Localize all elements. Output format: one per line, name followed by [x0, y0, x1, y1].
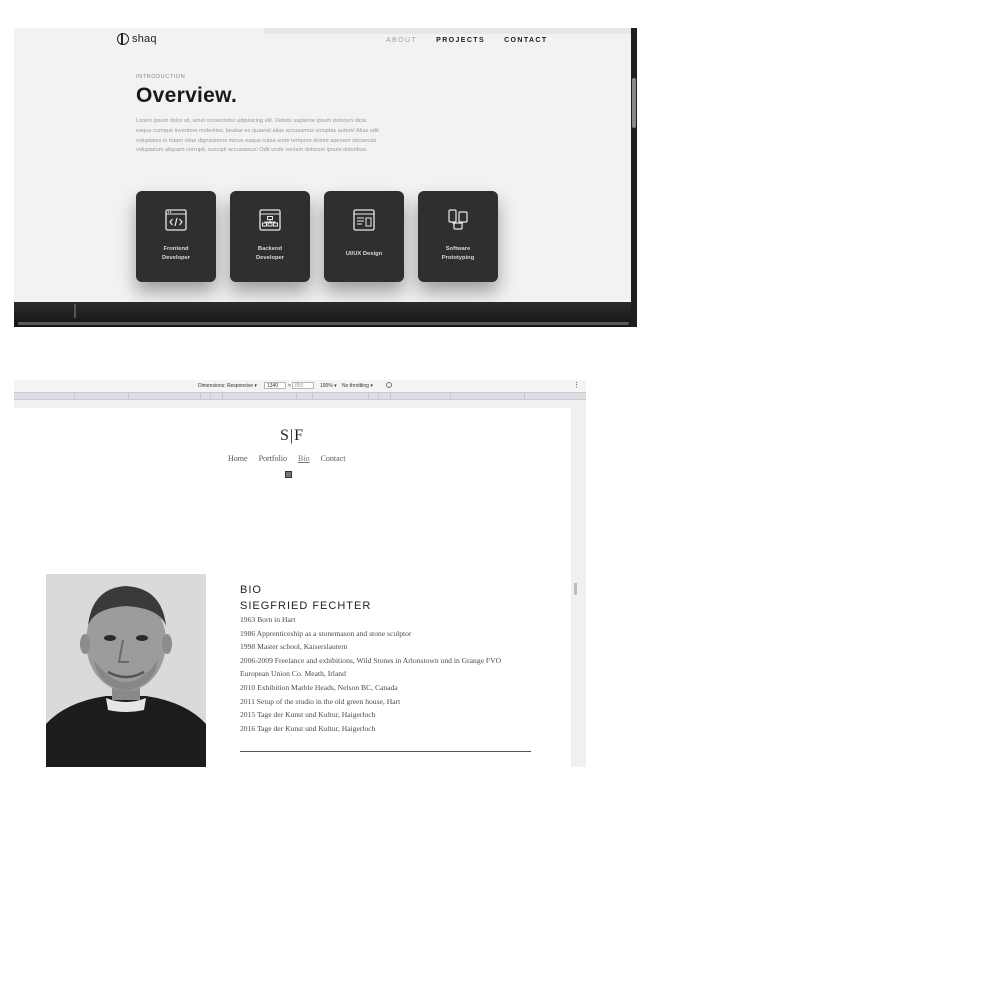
portrait-image	[46, 574, 206, 767]
list-item: European Union Co. Meath, Irland	[240, 669, 346, 679]
nav-portfolio[interactable]: Portfolio	[259, 454, 287, 463]
viewport-area: S|F Home Portfolio Bio Contact BIO SIEGF…	[14, 400, 586, 767]
section-eyebrow: INTRODUCTION	[136, 74, 186, 80]
card-label: Frontend Developer	[161, 246, 191, 261]
service-card-prototyping[interactable]: Software Prototyping	[418, 191, 498, 282]
service-card-backend[interactable]: Backend Developer	[230, 191, 310, 282]
width-input[interactable]: 1340	[264, 382, 286, 389]
site-logo[interactable]: S|F	[280, 427, 304, 445]
card-label: UI/UX Design	[345, 251, 383, 257]
dimensions-dropdown[interactable]: Dimensions: Responsive ▾	[198, 383, 257, 389]
nav-projects[interactable]: PROJECTS	[436, 37, 485, 44]
card-label: Software Prototyping	[441, 246, 475, 261]
language-flag-icon[interactable]	[285, 471, 292, 478]
sitemap-window-icon	[259, 209, 281, 231]
page-scrollbar-thumb[interactable]	[574, 583, 577, 595]
service-card-uiux[interactable]: UI/UX Design	[324, 191, 404, 282]
nav-contact[interactable]: Contact	[321, 454, 346, 463]
zoom-dropdown[interactable]: 100% ▾	[320, 383, 337, 389]
web-page: S|F Home Portfolio Bio Contact BIO SIEGF…	[14, 408, 571, 767]
times-sign: ×	[288, 383, 291, 389]
list-item: 2016 Tage der Kunst und Kultur, Haigerlo…	[240, 723, 376, 733]
main-nav: ABOUT PROJECTS CONTACT	[386, 37, 548, 44]
section-heading: Overview.	[136, 84, 238, 107]
next-section-hero	[14, 302, 637, 327]
nav-contact[interactable]: CONTACT	[504, 37, 548, 44]
bio-timeline: 1963 Born in Hart 1986 Apprenticeship as…	[240, 613, 501, 735]
logo-text: shaq	[132, 33, 157, 45]
devtools-device-toolbar: Dimensions: Responsive ▾ 1340 × 850 100%…	[14, 380, 586, 392]
nav-home[interactable]: Home	[228, 454, 248, 463]
throttle-dropdown[interactable]: No throttling ▾	[342, 383, 373, 389]
list-item: 1963 Born in Hart	[240, 615, 296, 624]
service-card-frontend[interactable]: Frontend Developer	[136, 191, 216, 282]
code-window-icon	[165, 209, 187, 231]
media-query-ruler[interactable]	[14, 392, 586, 400]
list-item: 2006-2009 Freelance and exhibitions, Wil…	[240, 655, 502, 665]
main-nav: Home Portfolio Bio Contact	[228, 454, 345, 463]
list-item: 1986 Apprenticeship as a stonemason and …	[240, 628, 412, 638]
intro-paragraph: Lorem ipsum dolor sit, amet consectetur …	[136, 118, 379, 154]
site-logo[interactable]: shaq	[117, 33, 157, 45]
list-item: 1998 Master school, Kaiserslautern	[240, 642, 348, 652]
rotate-icon[interactable]	[386, 382, 392, 388]
service-cards: Frontend Developer Backend Developer UI/…	[136, 191, 498, 282]
top-strip	[264, 28, 631, 34]
layout-window-icon	[353, 209, 375, 231]
bio-title: BIO	[240, 584, 262, 596]
vertical-scrollbar[interactable]	[631, 28, 637, 327]
list-item: 2015 Tage der Kunst und Kultur, Haigerlo…	[240, 710, 376, 720]
height-input[interactable]: 850	[292, 382, 314, 389]
portrait-photo	[46, 574, 206, 767]
portfolio-screenshot: shaq ABOUT PROJECTS CONTACT INTRODUCTION…	[14, 28, 637, 327]
bio-page-screenshot: Dimensions: Responsive ▾ 1340 × 850 100%…	[14, 380, 586, 767]
logo-mark-icon	[117, 33, 129, 45]
divider	[240, 751, 531, 752]
list-item: 2011 Setup of the studio in the old gree…	[240, 696, 401, 706]
card-label: Backend Developer	[255, 246, 285, 261]
nav-about[interactable]: ABOUT	[386, 37, 417, 44]
list-item: 2010 Exhibition Marble Heads, Nelson BC,…	[240, 682, 398, 692]
nav-bio[interactable]: Bio	[298, 454, 310, 463]
bio-name: SIEGFRIED FECHTER	[240, 600, 372, 612]
more-options-icon[interactable]: ⋮	[573, 381, 580, 389]
bio-heading: BIO SIEGFRIED FECHTER	[240, 582, 371, 614]
horizontal-scrollbar[interactable]	[18, 322, 629, 325]
devices-icon	[448, 209, 468, 230]
